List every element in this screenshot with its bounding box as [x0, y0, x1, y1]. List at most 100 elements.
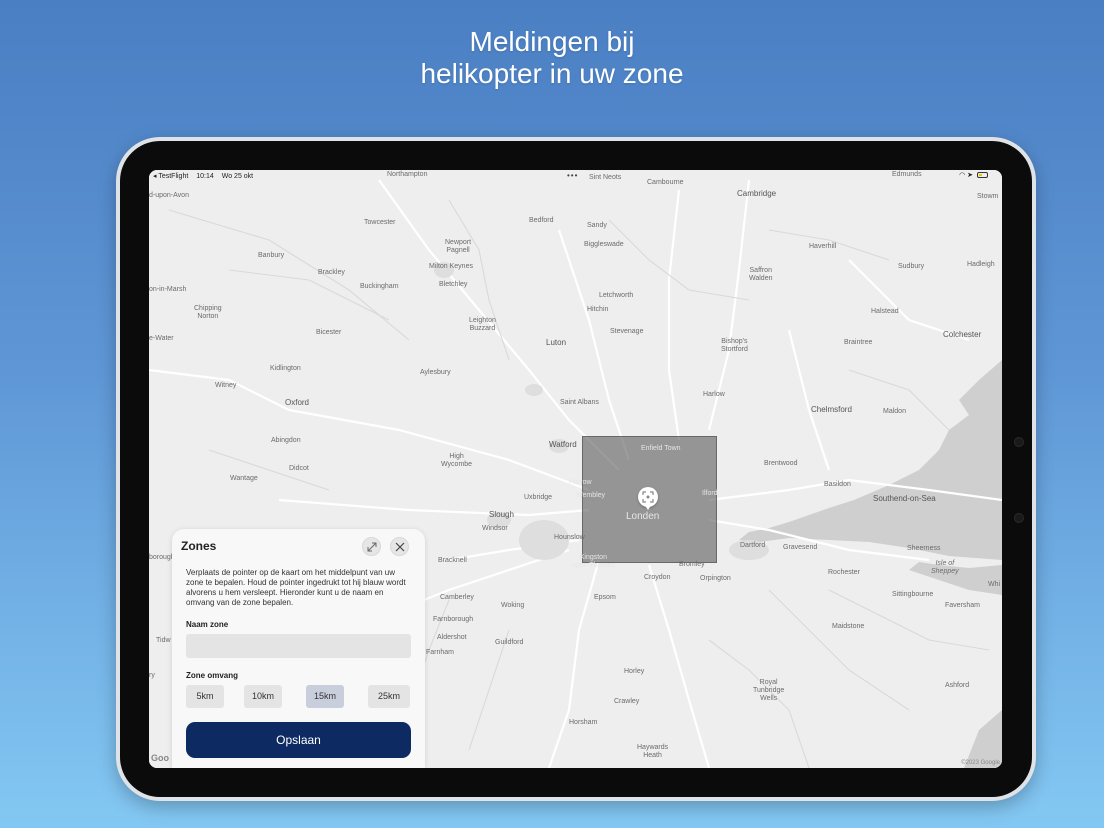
map-label: Uxbridge [524, 494, 553, 501]
side-button [1014, 513, 1024, 523]
map-label: Leighton Buzzard [469, 317, 496, 332]
crosshair-icon [642, 491, 654, 503]
map-label: Haywards Heath [637, 744, 669, 759]
map-label: Colchester [943, 330, 982, 339]
map-label: Towcester [364, 219, 396, 226]
map-label: Farnham [426, 649, 455, 656]
map-label: Epsom [594, 594, 616, 601]
map-label: Saint Albans [560, 399, 599, 406]
map-label: Rochester [828, 569, 860, 576]
map-label: Faversham [945, 602, 981, 609]
map-label: Enfield Town [641, 445, 681, 452]
map-label: Crawley [614, 698, 640, 705]
map-label: Haverhill [809, 243, 837, 250]
zone-center-pointer[interactable] [638, 487, 658, 510]
map-label: Ilford [702, 490, 718, 497]
zone-name-input[interactable] [186, 634, 411, 658]
map-label: Luton [546, 338, 567, 347]
size-option-25km[interactable]: 25km [368, 685, 410, 708]
zones-panel: Zones Verplaats de pointer op de kaart o… [172, 529, 425, 768]
size-option-10km[interactable]: 10km [244, 685, 282, 708]
status-left: ◂ TestFlight 10:14 Wo 25 okt [153, 172, 259, 180]
map-label: Camberley [440, 594, 474, 601]
close-button[interactable] [390, 537, 409, 556]
back-to-app-link[interactable]: ◂ TestFlight [153, 173, 188, 180]
map-label: Biggleswade [584, 241, 624, 248]
map-label: Windsor [482, 525, 508, 532]
map-label: Brentwood [764, 460, 798, 467]
side-button [1014, 437, 1024, 447]
status-bar: ◂ TestFlight 10:14 Wo 25 okt ••• ◠ ➤ [149, 170, 1002, 182]
map-label: Bletchley [439, 281, 468, 288]
map-label: ry [149, 672, 155, 679]
map-label: Abingdon [271, 437, 301, 444]
map-label: Hitchin [587, 306, 609, 313]
map-label: borough [149, 554, 175, 561]
map-label: Wantage [230, 475, 258, 482]
map-label: Farnborough [433, 616, 474, 623]
map-label: Bracknell [438, 557, 467, 564]
map-label: Sandy [587, 222, 607, 229]
size-option-5km[interactable]: 5km [186, 685, 224, 708]
map-label: Newport Pagnell [445, 239, 472, 254]
map-label: Hadleigh [967, 261, 995, 268]
map-label: Aldershot [437, 634, 467, 641]
map-label: Horley [624, 668, 645, 675]
map-label: Maidstone [832, 623, 865, 630]
close-icon [395, 542, 405, 552]
zone-name-label: Naam zone [186, 620, 229, 629]
map-label: on-in-Marsh [149, 286, 187, 293]
map-label: High Wycombe [441, 453, 473, 468]
map-label: Southend-on-Sea [873, 494, 936, 503]
map-label: Bromley [679, 561, 705, 568]
map-label: Kidlington [270, 365, 301, 372]
map-label: Tidw [156, 637, 171, 644]
size-option-15km[interactable]: 15km [306, 685, 344, 708]
save-button[interactable]: Opslaan [186, 722, 411, 758]
map-label: Hounslow [554, 534, 585, 541]
battery-icon [977, 172, 988, 178]
map-label: Harrow [569, 479, 592, 486]
map-label: Guildford [495, 639, 524, 646]
google-logo: Goo [151, 753, 169, 763]
map-label: Bicester [316, 329, 342, 336]
map-label: Bishop's Stortford [721, 338, 748, 353]
status-right: ◠ ➤ [959, 171, 988, 179]
map-label: Horsham [569, 719, 598, 726]
expand-button[interactable] [362, 537, 381, 556]
panel-description: Verplaats de pointer op de kaart om het … [186, 568, 406, 607]
headline-line-2: helikopter in uw zone [420, 58, 684, 89]
map-label: Braintree [844, 339, 873, 346]
map-label: Isle of Sheppey [931, 560, 959, 575]
map-label-london: Londen [626, 511, 660, 522]
map-label: Chelmsford [811, 405, 852, 414]
map-label: Banbury [258, 252, 285, 259]
map-label: Stevenage [610, 328, 644, 335]
map-label: Harlow [703, 391, 725, 398]
map-label: Sittingbourne [892, 591, 934, 598]
map-label: Dartford [740, 542, 766, 549]
panel-title: Zones [181, 539, 217, 553]
map-label: Buckingham [360, 283, 399, 290]
wifi-icon: ◠ [959, 172, 966, 179]
zone-size-label: Zone omvang [186, 671, 239, 680]
map-label: Ashford [945, 682, 970, 689]
map-label: Saffron Walden [749, 267, 773, 282]
map-label: Bedford [529, 217, 554, 224]
map-label: Watford [549, 440, 577, 449]
map-label: Brackley [318, 269, 345, 276]
map-label: Croydon [644, 574, 671, 581]
promo-headline: Meldingen bij helikopter in uw zone [0, 26, 1104, 90]
map-label: Woking [501, 602, 525, 609]
map-label: Kingston upon Thames [572, 554, 615, 569]
map-label: Letchworth [599, 292, 634, 299]
expand-icon [367, 542, 377, 552]
map-label: e-Water [149, 335, 174, 342]
map-label: Royal Tunbridge Wells [753, 679, 785, 702]
map-label: Wembley [576, 492, 606, 499]
location-icon: ➤ [967, 172, 974, 179]
map-label: Witney [215, 382, 237, 389]
app-screen: Northampton d-upon-Avon Towcester Bedfor… [149, 170, 1002, 768]
status-date: Wo 25 okt [221, 173, 254, 180]
multitasking-dots-icon[interactable]: ••• [567, 171, 578, 180]
